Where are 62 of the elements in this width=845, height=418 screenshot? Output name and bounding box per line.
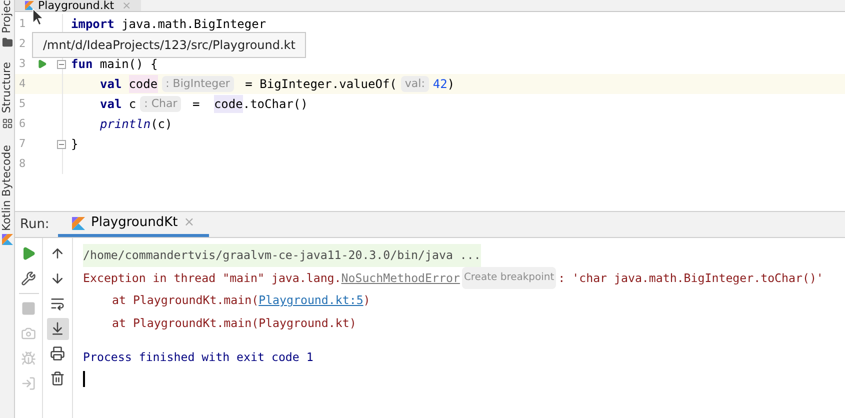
fold-marker-icon[interactable] [57, 60, 66, 68]
console-error-text: at PlaygroundKt.main( [112, 292, 259, 309]
code-function: println [100, 116, 151, 133]
code-text: .toChar() [242, 96, 308, 113]
kotlin-file-icon [25, 0, 34, 10]
exception-link[interactable]: NoSuchMethodError [341, 266, 460, 289]
console-info-text: Process finished with exit code 1 [83, 349, 314, 366]
code-text: main() { [98, 56, 158, 73]
console-error-text: at PlaygroundKt.main(Playground.kt) [112, 314, 356, 332]
line-number: 3 [19, 56, 27, 72]
trash-icon [50, 371, 65, 386]
side-tab[interactable]: Projec [0, 0, 14, 34]
line-number: 8 [19, 156, 27, 172]
code-keyword: import [71, 16, 114, 33]
run-tab-label: PlaygroundKt [91, 214, 178, 232]
code-text: c [128, 96, 136, 113]
run-icon[interactable] [21, 246, 36, 261]
kotlin-logo-icon [2, 234, 12, 246]
code-highlight: code [128, 75, 158, 93]
folder-icon [2, 37, 12, 48]
scroll-to-end-icon [50, 321, 65, 336]
inlay-hint: : Char [140, 96, 182, 112]
code-text: (c) [150, 116, 172, 133]
run-title: Run: [20, 216, 50, 234]
code-text: java.math.BigInteger [120, 16, 266, 33]
wrap-text-icon [50, 296, 65, 311]
line-number: 7 [19, 136, 27, 152]
code-text: } [71, 136, 78, 153]
console-error-text: Exception in thread "main" java.lang. [83, 270, 342, 286]
kotlin-file-icon [72, 216, 85, 230]
side-tab[interactable]: Kotlin Bytecode [0, 144, 14, 230]
fold-marker-icon[interactable] [57, 140, 66, 148]
console-error-text: ) [363, 292, 370, 309]
inlay-hint: : BigInteger [162, 76, 234, 92]
source-link[interactable]: Playground.kt:5 [258, 289, 364, 312]
print-icon [50, 346, 65, 361]
code-text: = [191, 96, 201, 113]
line-number: 1 [19, 16, 27, 32]
run-tab[interactable]: PlaygroundKt × [58, 212, 209, 237]
code-keyword: val [100, 96, 122, 113]
line-number: 2 [19, 36, 27, 52]
editor-tab-label: Playground.kt [38, 0, 114, 10]
toolbar-toggle[interactable] [46, 318, 68, 340]
inlay-hint: val: [400, 76, 429, 92]
arrow-down-icon [50, 271, 65, 286]
code-keyword: fun [71, 56, 93, 73]
wrench-icon[interactable] [21, 271, 36, 286]
console-error-text: : 'char java.math.BigInteger.toChar()' [558, 270, 824, 286]
line-number: 4 [19, 76, 27, 92]
code-number: 42 [432, 76, 448, 93]
code-text: ) [447, 76, 455, 93]
run-icon[interactable] [37, 59, 47, 69]
side-tab[interactable]: Structure [0, 62, 14, 114]
path-tooltip: /mnt/d/IdeaProjects/123/src/Playground.kt [32, 32, 306, 58]
code-keyword: val [100, 76, 122, 93]
code-highlight: code [214, 95, 243, 113]
editor-tab[interactable]: Playground.kt × [15, 0, 142, 11]
code-text: = BigInteger.valueOf( [244, 76, 397, 93]
line-number: 5 [19, 96, 27, 112]
structure-icon [2, 118, 12, 128]
console-command: /home/commandertvis/graalvm-ce-java11-20.3.0/bin/java ... [83, 244, 481, 266]
line-number: 6 [19, 116, 27, 132]
